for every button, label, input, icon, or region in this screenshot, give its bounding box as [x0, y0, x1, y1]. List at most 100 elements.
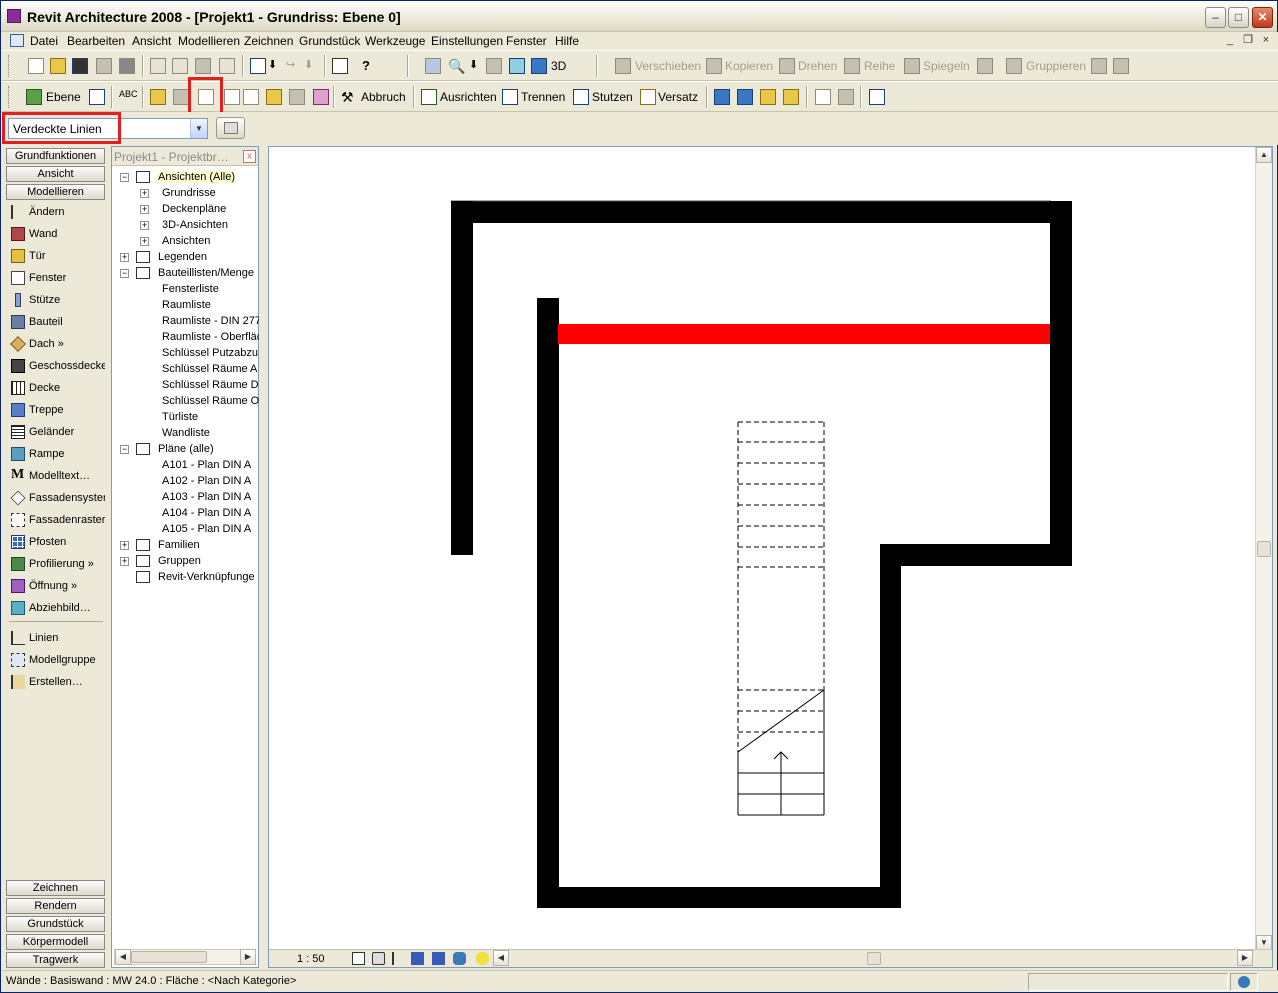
properties-button[interactable]	[216, 117, 245, 139]
match-type-icon[interactable]	[815, 89, 831, 105]
floor-plan-canvas[interactable]	[269, 147, 1255, 950]
close-button[interactable]: ✕	[1252, 7, 1273, 28]
model-graphics-icon[interactable]	[372, 952, 385, 965]
align-button[interactable]: Ausrichten	[440, 90, 497, 104]
browser-tree-item[interactable]: Raumliste - DIN 277	[112, 313, 261, 329]
document-icon[interactable]	[10, 34, 24, 47]
detail-group-icon[interactable]	[869, 89, 885, 105]
offset-icon[interactable]	[640, 89, 656, 105]
tab-grundstueck[interactable]: Grundstück	[6, 916, 105, 932]
view-scale[interactable]: 1 : 50	[297, 953, 325, 965]
copy-element-icon[interactable]	[706, 58, 722, 74]
browser-tree-item[interactable]: Schlüssel Räume D	[112, 377, 259, 393]
design-item-geschossdecke[interactable]: Geschossdecke	[9, 357, 105, 375]
align-icon[interactable]	[421, 89, 437, 105]
level-icon[interactable]	[26, 89, 42, 105]
design-item-linien[interactable]: Linien	[9, 629, 105, 647]
expand-icon[interactable]: +	[140, 221, 149, 230]
wall-inner-left[interactable]	[537, 298, 559, 908]
shadows-icon[interactable]	[392, 952, 398, 965]
browser-scroll-thumb[interactable]	[131, 951, 207, 963]
view-3d-label[interactable]: 3D	[551, 59, 566, 73]
design-item-treppe[interactable]: Treppe	[9, 401, 105, 419]
chevron-down-icon[interactable]: ▼	[190, 119, 207, 138]
thin-lines-icon[interactable]	[486, 58, 502, 74]
visibility-icon[interactable]	[425, 58, 441, 74]
scroll-up-icon[interactable]: ▲	[1256, 147, 1272, 163]
browser-tree-item[interactable]: A105 - Plan DIN A	[112, 521, 258, 537]
toolbar-grip[interactable]	[8, 55, 11, 77]
pin-icon[interactable]	[1091, 58, 1107, 74]
group-icon[interactable]	[1006, 58, 1022, 74]
tab-ansicht[interactable]: Ansicht	[6, 166, 105, 182]
delete-icon[interactable]	[219, 58, 235, 74]
browser-tree-item[interactable]: Türliste	[112, 409, 258, 425]
expand-icon[interactable]: +	[140, 205, 149, 214]
wall-step-horizontal[interactable]	[880, 544, 1072, 566]
help-pointer-icon[interactable]: ?	[362, 58, 378, 74]
menu-datei[interactable]: Datei	[30, 34, 58, 48]
hide-isolate-icon[interactable]	[453, 952, 466, 965]
tag-icon[interactable]	[173, 89, 189, 105]
design-item-fassadenraster[interactable]: Fassadenraster	[9, 511, 105, 529]
split-face-icon[interactable]	[289, 89, 305, 105]
mdi-minimize-button[interactable]: _	[1222, 33, 1238, 47]
collapse-icon[interactable]: −	[120, 445, 129, 454]
scroll-left-icon[interactable]: ◀	[115, 949, 131, 965]
design-item-stuetze[interactable]: Stütze	[9, 291, 105, 309]
menu-fenster[interactable]: Fenster	[506, 34, 547, 48]
wall-left-upper[interactable]	[451, 201, 473, 555]
design-item-gelaender[interactable]: Geländer	[9, 423, 105, 441]
print-icon[interactable]	[119, 58, 135, 74]
browser-tree-item[interactable]: Fensterliste	[112, 281, 258, 297]
shaft-icon[interactable]	[243, 89, 259, 105]
opening-tool-icon[interactable]	[224, 89, 240, 105]
canvas-vertical-scrollbar[interactable]: ▲ ▼	[1255, 147, 1272, 951]
design-item-oeffnung[interactable]: Öffnung »	[9, 577, 105, 595]
save-icon[interactable]	[72, 58, 88, 74]
detail-level-icon[interactable]	[352, 952, 365, 965]
match-properties-icon[interactable]	[838, 89, 854, 105]
browser-tree-item[interactable]: Schlüssel Räume O	[112, 393, 259, 409]
mdi-close-button[interactable]: ×	[1258, 33, 1274, 47]
show-crop-icon[interactable]	[432, 952, 445, 965]
dimension-icon[interactable]	[150, 89, 166, 105]
cut-icon[interactable]	[150, 58, 166, 74]
browser-tree-item[interactable]: − Ansichten (Alle)	[112, 169, 258, 185]
revit-app-icon[interactable]	[7, 9, 21, 23]
browser-tree-item[interactable]: A103 - Plan DIN A	[112, 489, 258, 505]
stair[interactable]	[737, 421, 825, 816]
undo-dropdown-icon[interactable]: ⬇	[268, 58, 284, 74]
menu-hilfe[interactable]: Hilfe	[555, 34, 579, 48]
browser-tree-item[interactable]: +3D-Ansichten	[112, 217, 258, 233]
level-button[interactable]: Ebene	[46, 90, 81, 104]
design-item-modelltext[interactable]: M Modelltext…	[9, 467, 105, 485]
browser-tree-item[interactable]: A102 - Plan DIN A	[112, 473, 258, 489]
wall-right[interactable]	[1050, 201, 1072, 566]
demolish-hammer-icon[interactable]: ⚒	[341, 89, 357, 105]
expand-icon[interactable]: +	[140, 189, 149, 198]
design-item-erstellen[interactable]: Erstellen…	[9, 673, 105, 691]
grid-icon[interactable]	[89, 89, 105, 105]
design-item-rampe[interactable]: Rampe	[9, 445, 105, 463]
move-button[interactable]: Verschieben	[635, 59, 701, 73]
minimize-button[interactable]: –	[1205, 7, 1226, 28]
drawing-area[interactable]: ▲ ▼ 1 : 50 ◀ ▶	[268, 146, 1273, 968]
canvas-vscroll-thumb[interactable]	[1257, 541, 1271, 557]
browser-tree-item[interactable]: Raumliste	[112, 297, 258, 313]
menu-bearbeiten[interactable]: Bearbeiten	[67, 34, 125, 48]
paste-aligned-icon[interactable]	[737, 89, 753, 105]
scroll-left-icon[interactable]: ◀	[493, 950, 509, 966]
browser-tree-item[interactable]: Revit-Verknüpfunge	[112, 569, 258, 585]
browser-tree-item[interactable]: − Bauteillisten/Menge	[112, 265, 258, 281]
move-icon[interactable]	[615, 58, 631, 74]
design-item-dach[interactable]: Dach »	[9, 335, 105, 353]
browser-tree-item[interactable]: + Familien	[112, 537, 258, 553]
new-file-icon[interactable]	[28, 58, 44, 74]
crop-region-icon[interactable]	[411, 952, 424, 965]
copy-icon[interactable]	[172, 58, 188, 74]
split-icon[interactable]	[502, 89, 518, 105]
design-item-decke[interactable]: Decke	[9, 379, 105, 397]
browser-tree-item[interactable]: + Grundrisse	[112, 185, 258, 201]
browser-tree-item[interactable]: A101 - Plan DIN A	[112, 457, 258, 473]
